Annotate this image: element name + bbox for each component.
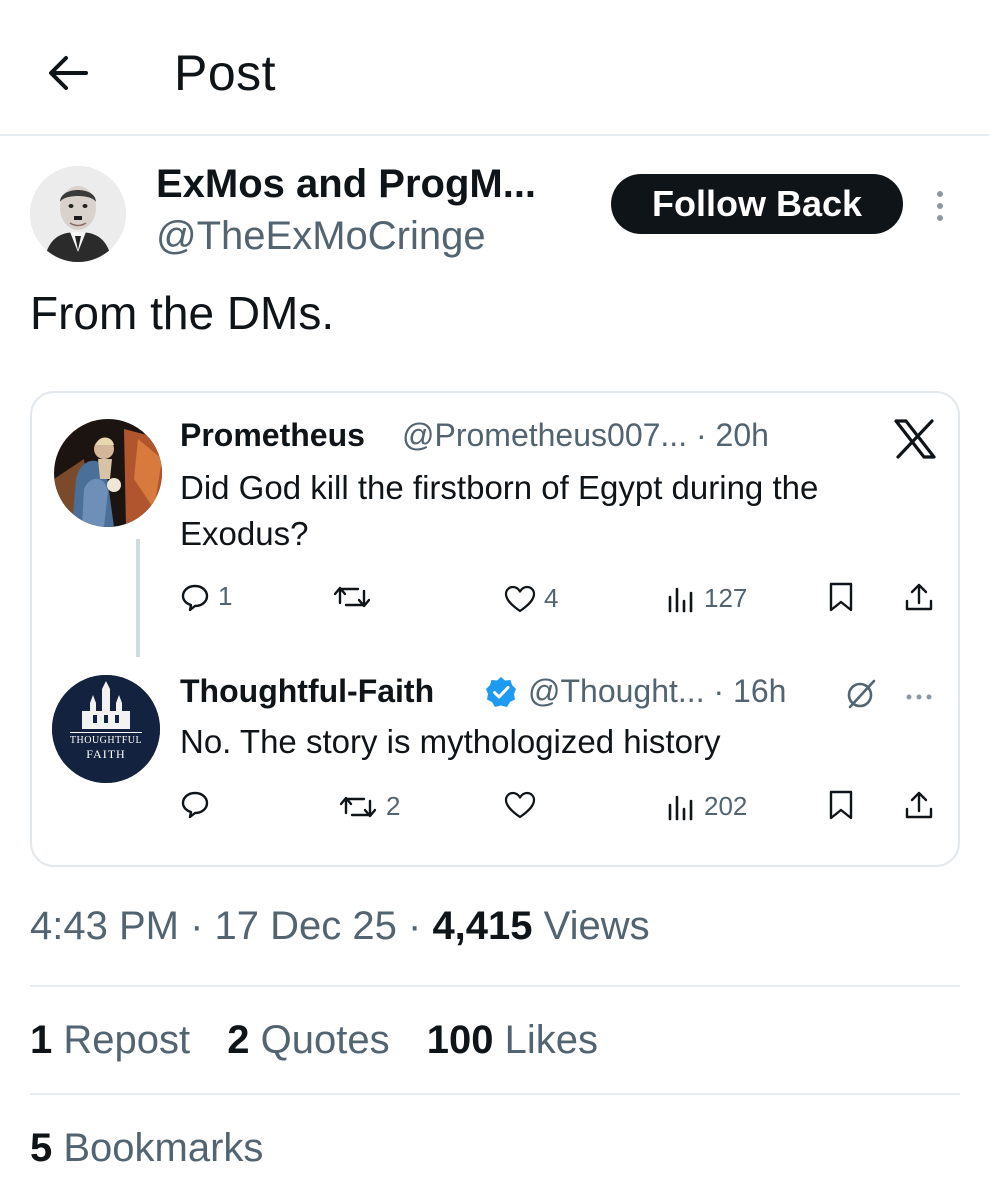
bookmark-icon: [829, 582, 853, 612]
back-button[interactable]: [40, 46, 94, 100]
post-date[interactable]: 17 Dec 25: [215, 904, 397, 948]
divider: [30, 985, 960, 987]
repost-icon: [333, 586, 371, 608]
tweet2-view-count: 202: [704, 791, 748, 821]
author-handle[interactable]: @TheExMoCringe: [156, 214, 486, 259]
post-text: From the DMs.: [30, 287, 335, 339]
tweet1-reply-button: 1: [180, 581, 232, 612]
embedded-image[interactable]: Prometheus @Prometheus007... · 20h Did G…: [30, 391, 960, 867]
views-count: 4,415: [432, 904, 533, 948]
tweet2-like-button: [504, 791, 536, 819]
analytics-icon: [668, 587, 693, 612]
more-options-button[interactable]: [930, 186, 950, 226]
avatar-caption-line2: FAITH: [86, 747, 126, 761]
more-horizontal-icon: [904, 689, 934, 707]
thread-connector: [136, 539, 140, 657]
prometheus-avatar: [54, 419, 162, 527]
thoughtful-faith-avatar: THOUGHTFUL FAITH: [52, 675, 160, 783]
reply-icon: [181, 584, 209, 611]
verified-badge-icon: [484, 675, 518, 714]
tweet1-author-name: Prometheus: [180, 417, 365, 453]
tweet2-handle-time: @Thought... · 16h: [528, 673, 787, 709]
tweet2-repost-button: 2: [338, 791, 400, 822]
tweet1-like-count: 4: [544, 583, 559, 613]
more-vertical-icon: [937, 191, 943, 221]
repost-icon: [339, 796, 377, 817]
follow-back-button[interactable]: Follow Back: [611, 174, 903, 234]
heart-icon: [504, 585, 536, 612]
avatar-caption-line1: THOUGHTFUL: [69, 735, 143, 746]
page-title: Post: [174, 45, 277, 101]
quotes-stat[interactable]: 2 Quotes: [227, 1018, 389, 1062]
tweet2-share-button: [904, 789, 934, 821]
post-timestamp: 4:43 PM · 17 Dec 25 · 4,415 Views: [30, 904, 650, 948]
tweet1-like-button: 4: [504, 583, 558, 614]
grok-icon: [844, 677, 878, 716]
tweet2-bookmark-button: [828, 789, 854, 821]
tweet2-repost-count: 2: [386, 791, 401, 821]
divider: [30, 1093, 960, 1095]
author-avatar[interactable]: [30, 166, 126, 262]
heart-icon: [504, 791, 536, 819]
tweet1-view-count: 127: [704, 583, 748, 613]
tweet1-bookmark-button: [828, 581, 854, 613]
share-icon: [905, 583, 933, 611]
tweet1-repost-button: [332, 583, 372, 611]
tweet1-views-button: 127: [666, 583, 747, 614]
engagement-stats: 1 Repost 2 Quotes 100 Likes: [30, 1018, 624, 1063]
reposts-stat[interactable]: 1 Repost: [30, 1018, 190, 1062]
arrow-left-icon: [49, 56, 88, 90]
top-bar: Post: [0, 0, 989, 136]
reply-icon: [181, 791, 209, 819]
bookmarks-stat[interactable]: 5 Bookmarks: [30, 1126, 263, 1171]
bookmark-icon: [829, 790, 853, 820]
tweet2-text: No. The story is mythologized history: [180, 723, 721, 760]
x-logo-icon: [894, 419, 936, 464]
author-display-name[interactable]: ExMos and ProgM...: [156, 162, 536, 207]
post-time[interactable]: 4:43 PM: [30, 904, 179, 948]
tweet1-text: Did God kill the firstborn of Egypt duri…: [180, 469, 819, 552]
share-icon: [905, 791, 933, 819]
analytics-icon: [668, 795, 693, 820]
tweet1-reply-count: 1: [218, 581, 233, 611]
tweet2-author-name: Thoughtful-Faith: [180, 673, 435, 709]
tweet1-share-button: [904, 581, 934, 613]
tweet2-views-button: 202: [666, 791, 747, 822]
tweet2-reply-button: [180, 789, 210, 819]
views-label: Views: [543, 904, 650, 948]
tweet1-handle-time: @Prometheus007... · 20h: [402, 417, 769, 453]
post-author: ExMos and ProgM... @TheExMoCringe Follow…: [0, 150, 989, 270]
likes-stat[interactable]: 100 Likes: [427, 1018, 598, 1062]
